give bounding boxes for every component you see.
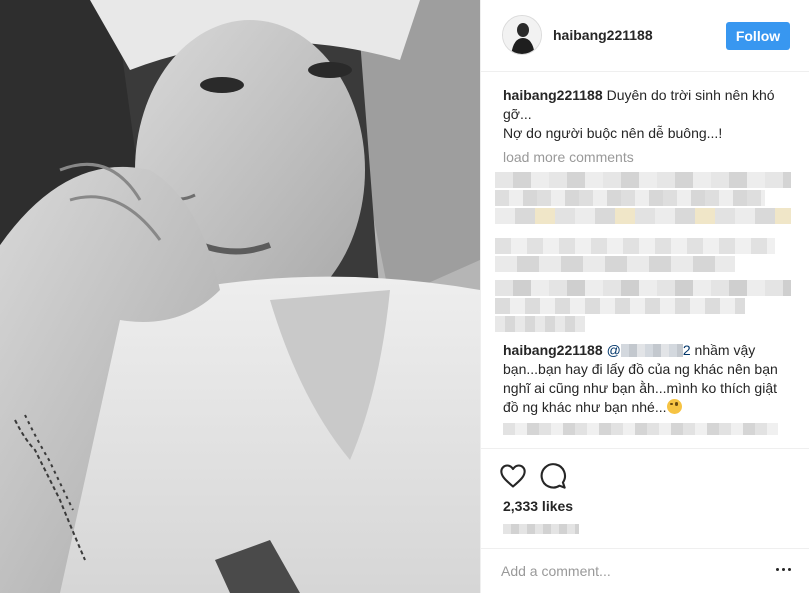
post-details-panel: haibang221188 Follow haibang221188 Duyên … (480, 0, 809, 593)
add-comment-input[interactable] (501, 561, 751, 581)
caption-line-2: Nợ do người buộc nên dễ buông...! (503, 125, 723, 141)
actions-divider (481, 448, 809, 450)
censored-comment-row (495, 190, 765, 206)
reply-username[interactable]: haibang221188 (503, 342, 603, 358)
mention-link[interactable]: @2 (607, 342, 691, 358)
more-options-icon[interactable] (776, 568, 792, 574)
avatar[interactable] (502, 15, 542, 55)
heart-icon[interactable] (499, 462, 529, 492)
dot (782, 568, 785, 571)
header-username[interactable]: haibang221188 (553, 27, 653, 43)
censored-comment-row (503, 423, 778, 435)
censored-comment-row (495, 280, 791, 296)
selfie-image (0, 0, 480, 593)
censored-comment-row (495, 238, 775, 254)
post-photo[interactable] (0, 0, 480, 593)
speech-bubble-icon[interactable] (539, 462, 569, 492)
speech-bubble-icon-glyph (540, 463, 566, 489)
censored-comment-row (495, 208, 791, 224)
winking-face-icon (666, 399, 682, 414)
caption-username[interactable]: haibang221188 (503, 87, 603, 103)
likes-count[interactable]: 2,333 likes (503, 498, 573, 514)
post-header: haibang221188 Follow (481, 0, 809, 72)
heart-icon-glyph (500, 464, 526, 488)
censored-comment-row (495, 172, 791, 188)
mention-prefix: @ (606, 342, 621, 358)
dot (776, 568, 779, 571)
add-comment-bar (481, 548, 809, 593)
censored-comments (495, 172, 791, 332)
load-more-comments-link[interactable]: load more comments (503, 149, 634, 165)
mention-censored (620, 344, 683, 357)
censored-comment-row (495, 298, 745, 314)
dot (788, 568, 791, 571)
censored-comment-row (495, 256, 735, 272)
avatar-image (503, 16, 541, 54)
censored-timestamp (503, 524, 579, 534)
reply-comment: haibang221188 @2 nhầm vậy bạn...bạn hay đ… (503, 341, 793, 417)
caption: haibang221188 Duyên do trời sinh nên khó … (503, 86, 793, 143)
mention-suffix: 2 (682, 342, 691, 358)
follow-button[interactable]: Follow (726, 22, 790, 50)
censored-comment-row (495, 316, 585, 332)
